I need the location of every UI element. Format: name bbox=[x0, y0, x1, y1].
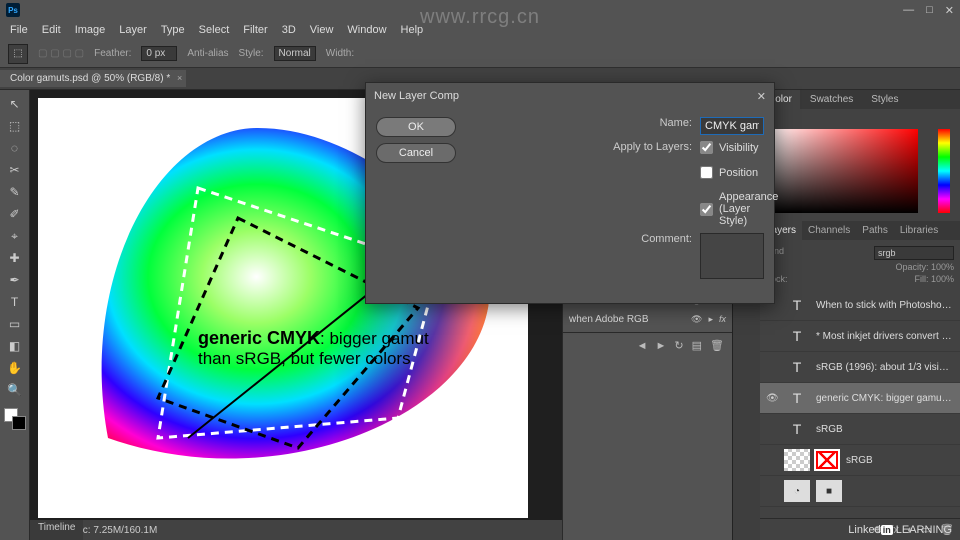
options-bar: ⬚ ▢ ▢ ▢ ▢ Feather: 0 px Anti-alias Style… bbox=[0, 40, 960, 68]
brush-tool[interactable]: ✐ bbox=[4, 204, 26, 224]
marquee-tool[interactable]: ⬚ bbox=[4, 116, 26, 136]
antialias-label: Anti-alias bbox=[187, 48, 228, 59]
visibility-toggle[interactable]: 👁 bbox=[766, 393, 778, 404]
text-layer-icon: T bbox=[784, 294, 810, 316]
text-layer-icon: T bbox=[784, 387, 810, 409]
name-input[interactable] bbox=[700, 117, 764, 135]
shape-tool[interactable]: ▭ bbox=[4, 314, 26, 334]
move-tool[interactable]: ↖ bbox=[4, 94, 26, 114]
lc-trash-icon[interactable]: 🗑 bbox=[710, 339, 724, 352]
style-label: Style: bbox=[239, 48, 264, 59]
menu-view[interactable]: View bbox=[310, 24, 334, 36]
appearance-checkbox[interactable]: Appearance (Layer Style) bbox=[700, 191, 764, 227]
menu-3d[interactable]: 3D bbox=[282, 24, 296, 36]
watermark: www.rrcg.cn bbox=[420, 6, 540, 29]
zoom-tool[interactable]: 🔍 bbox=[4, 380, 26, 400]
text-layer-icon: T bbox=[784, 356, 810, 378]
close-tab-icon[interactable]: × bbox=[177, 73, 182, 83]
lasso-tool[interactable]: ◌ bbox=[4, 138, 26, 158]
mask-layer-thumb bbox=[784, 449, 840, 471]
text-layer-icon: T bbox=[784, 325, 810, 347]
eye-icon[interactable]: 👁 bbox=[691, 314, 702, 325]
linkedin-learning-badge: Linkedin LEARNING bbox=[848, 524, 952, 536]
tab-channels[interactable]: Channels bbox=[802, 221, 856, 240]
name-label: Name: bbox=[464, 117, 692, 129]
color-panel bbox=[760, 109, 960, 221]
tab-paths[interactable]: Paths bbox=[856, 221, 894, 240]
apply-label: Apply to Layers: bbox=[464, 141, 692, 153]
layer-comp-row[interactable]: when Adobe RGB👁 ▸ fx bbox=[563, 310, 732, 328]
layer-row[interactable]: sRGB bbox=[760, 445, 960, 476]
lc-next-icon[interactable]: ► bbox=[656, 340, 667, 352]
clone-tool[interactable]: ✚ bbox=[4, 248, 26, 268]
pen-tool[interactable]: ✒ bbox=[4, 270, 26, 290]
window-minimize[interactable]: — bbox=[903, 4, 914, 17]
dialog-close-icon[interactable]: ✕ bbox=[757, 90, 766, 103]
menu-file[interactable]: File bbox=[10, 24, 28, 36]
color-field[interactable] bbox=[768, 129, 918, 213]
healing-tool[interactable]: ⌖ bbox=[4, 226, 26, 246]
crop-tool[interactable]: ✂ bbox=[4, 160, 26, 180]
menu-select[interactable]: Select bbox=[199, 24, 230, 36]
layer-row[interactable]: TsRGB bbox=[760, 414, 960, 445]
document-tab[interactable]: Color gamuts.psd @ 50% (RGB/8) * × bbox=[0, 70, 186, 87]
tab-swatches[interactable]: Swatches bbox=[802, 90, 861, 109]
comment-label: Comment: bbox=[464, 233, 692, 245]
feather-input[interactable]: 0 px bbox=[141, 46, 177, 61]
canvas-caption: generic CMYK: bigger gamut than sRGB, bu… bbox=[198, 328, 429, 369]
toolbox: ↖ ⬚ ◌ ✂ ✎ ✐ ⌖ ✚ ✒ T ▭ ◧ ✋ 🔍 bbox=[0, 90, 30, 540]
timeline-tab[interactable]: Timeline bbox=[30, 520, 83, 540]
hand-tool[interactable]: ✋ bbox=[4, 358, 26, 378]
dialog-title: New Layer Comp bbox=[374, 90, 459, 102]
lc-update-icon[interactable]: ↻ bbox=[674, 339, 683, 352]
position-checkbox[interactable]: Position bbox=[700, 166, 764, 179]
cancel-button[interactable]: Cancel bbox=[376, 143, 456, 163]
type-tool[interactable]: T bbox=[4, 292, 26, 312]
style-select[interactable]: Normal bbox=[274, 46, 316, 61]
menu-filter[interactable]: Filter bbox=[243, 24, 267, 36]
comment-input[interactable] bbox=[700, 233, 764, 279]
lc-new-icon[interactable]: ▤ bbox=[692, 339, 702, 352]
eyedropper-tool[interactable]: ✎ bbox=[4, 182, 26, 202]
layer-filter-input[interactable] bbox=[874, 246, 954, 260]
layer-row[interactable]: TWhen to stick with Photoshop's def… bbox=[760, 290, 960, 321]
menu-window[interactable]: Window bbox=[347, 24, 386, 36]
menu-edit[interactable]: Edit bbox=[42, 24, 61, 36]
tab-styles[interactable]: Styles bbox=[863, 90, 906, 109]
window-close[interactable]: ✕ bbox=[945, 4, 954, 17]
adjust-layer-thumb: ◔ bbox=[784, 480, 810, 502]
layer-row[interactable]: T* Most inkjet drivers convert to sR… bbox=[760, 321, 960, 352]
text-layer-icon: T bbox=[784, 418, 810, 440]
layer-row[interactable]: TsRGB (1996): about 1/3 visible colors bbox=[760, 352, 960, 383]
tool-preset-icon[interactable]: ⬚ bbox=[8, 44, 28, 64]
menu-image[interactable]: Image bbox=[75, 24, 106, 36]
right-panel-group: Color Swatches Styles Layers Channels Pa… bbox=[760, 90, 960, 540]
layer-options: Kind Opacity: 100% Lock:Fill: 100% bbox=[760, 240, 960, 290]
lc-prev-icon[interactable]: ◄ bbox=[637, 340, 648, 352]
menu-type[interactable]: Type bbox=[161, 24, 185, 36]
color-swatches[interactable] bbox=[4, 408, 26, 430]
feather-label: Feather: bbox=[94, 48, 131, 59]
tab-libraries[interactable]: Libraries bbox=[894, 221, 944, 240]
hue-slider[interactable] bbox=[938, 129, 950, 213]
document-tab-title: Color gamuts.psd @ 50% (RGB/8) * bbox=[10, 73, 170, 84]
app-logo: Ps bbox=[6, 3, 20, 17]
status-bar: 50% Doc: 7.25M/160.1M bbox=[30, 520, 562, 540]
layer-row[interactable]: ◔■ bbox=[760, 476, 960, 507]
ok-button[interactable]: OK bbox=[376, 117, 456, 137]
visibility-checkbox[interactable]: Visibility bbox=[700, 141, 764, 154]
layers-list: TWhen to stick with Photoshop's def…T* M… bbox=[760, 290, 960, 518]
new-layer-comp-dialog: New Layer Comp ✕ Name: OK Cancel Apply t… bbox=[365, 82, 775, 304]
window-maximize[interactable]: □ bbox=[926, 4, 933, 17]
layer-row[interactable]: 👁Tgeneric CMYK: bigger gamut than … bbox=[760, 383, 960, 414]
menu-layer[interactable]: Layer bbox=[119, 24, 147, 36]
gradient-tool[interactable]: ◧ bbox=[4, 336, 26, 356]
width-label: Width: bbox=[326, 48, 354, 59]
